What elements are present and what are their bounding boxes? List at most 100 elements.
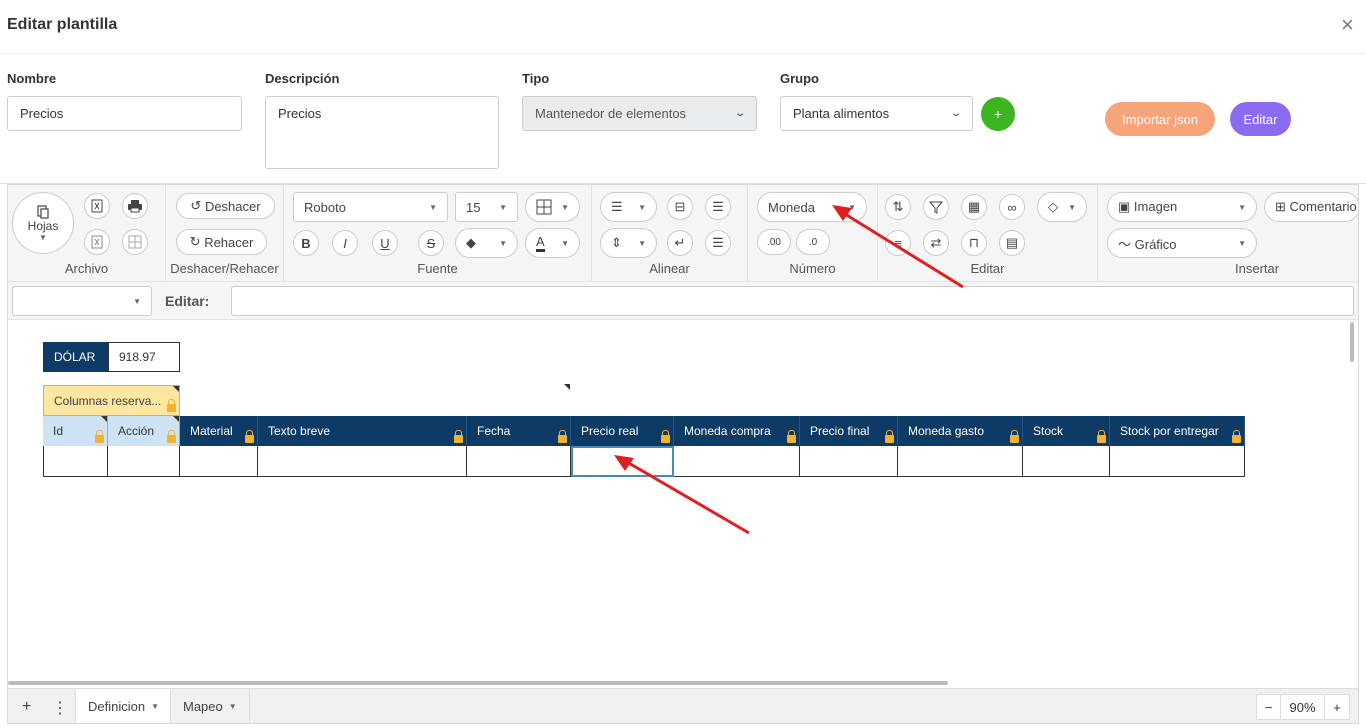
tab-mapeo[interactable]: Mapeo ▼ [171,689,250,723]
vertical-align-button[interactable]: ⇕ ▼ [600,228,657,258]
outdent-button[interactable]: ☰ [705,230,731,256]
add-group-button[interactable]: + [981,97,1015,131]
close-icon[interactable]: × [1341,14,1354,36]
grid-cell[interactable] [1023,446,1110,477]
link-button[interactable]: ∞ [999,194,1025,220]
column-header[interactable]: Moneda compra [674,416,800,446]
grid-cell[interactable] [43,446,108,477]
descripcion-textarea[interactable]: Precios [265,96,499,169]
grid-cell[interactable] [108,446,180,477]
import-json-button[interactable]: Importar json [1105,102,1215,136]
lock-button[interactable]: ⊓ [961,230,987,256]
print-button[interactable] [122,193,148,219]
merge-icon: ⊟ [674,199,686,214]
indent-button[interactable]: ☰ [705,194,731,220]
validation-button[interactable]: ▤ [999,230,1025,256]
column-header[interactable]: Moneda gasto [898,416,1023,446]
column-header-label: Material [190,424,233,438]
undo-button[interactable]: ↺ Deshacer [176,193,275,219]
column-header[interactable]: Id [43,416,108,446]
column-header[interactable]: Precio final [800,416,898,446]
freeze-button[interactable]: ⇄ [923,230,949,256]
formula-input[interactable] [231,286,1354,316]
column-header[interactable]: Material [180,416,258,446]
column-header[interactable]: Precio real [571,416,674,446]
wrap-text-button[interactable]: ↵ [667,230,693,256]
nombre-value: Precios [20,106,64,121]
row-height-button[interactable]: ≡ [885,230,911,256]
column-header-label: Moneda gasto [908,424,985,438]
tab-definicion[interactable]: Definicion ▼ [75,689,171,723]
edit-button[interactable]: Editar [1230,102,1291,136]
lock-icon [558,430,567,443]
horizontal-scrollbar[interactable] [8,681,948,685]
grupo-select[interactable]: Planta alimentos ⌄ [780,96,973,131]
underline-button[interactable]: U [372,230,398,256]
sheets-button[interactable]: Hojas ▼ [12,192,74,254]
clear-button[interactable]: ◇ ▼ [1037,192,1087,222]
grid-cell[interactable] [258,446,467,477]
merge-cells-button[interactable]: ⊟ [667,194,693,220]
font-color-button[interactable]: A ▼ [525,228,580,258]
sort-button[interactable]: ⇅ [885,194,911,220]
grid-button[interactable] [122,229,148,255]
active-cell[interactable] [571,446,674,477]
lock-icon: ⊓ [968,235,980,250]
column-header[interactable]: Acción [108,416,180,446]
column-header[interactable]: Stock por entregar [1110,416,1245,446]
tab-label: Mapeo [183,699,223,714]
vertical-scrollbar[interactable] [1350,322,1354,362]
sheet-tabs-bar: + ⋮ Definicion ▼ Mapeo ▼ − 90% + [8,688,1358,723]
grid-cell[interactable] [674,446,800,477]
insert-comment-button[interactable]: ⊞ Comentario [1264,192,1358,222]
redo-label: Rehacer [204,234,254,250]
insert-chart-button[interactable]: 〜 Gráfico ▼ [1107,228,1257,258]
grid-cell[interactable] [180,446,258,477]
caret-icon: ▼ [133,297,141,306]
font-size-select[interactable]: 15 ▼ [455,192,518,222]
qr-button[interactable]: ▦ [961,194,987,220]
fill-color-button[interactable]: ◆ ▼ [455,228,518,258]
redo-button[interactable]: ↻ Rehacer [176,229,267,255]
grid-cell[interactable] [467,446,571,477]
strikethrough-button[interactable]: S [418,230,444,256]
zoom-out-button[interactable]: − [1256,694,1281,720]
decrease-decimals-button[interactable]: .00 [757,229,791,255]
export-excel-button[interactable] [84,229,110,255]
number-format-select[interactable]: Moneda ▼ [757,192,867,222]
add-sheet-button[interactable]: + [22,698,31,716]
excel-icon [91,199,103,213]
borders-button[interactable]: ▼ [525,192,580,222]
formula-label: Editar: [165,293,210,309]
import-excel-button[interactable] [84,193,110,219]
grid-cell[interactable] [800,446,898,477]
group-label-undo: Deshacer/Rehacer [170,261,279,276]
grid-cell[interactable] [1110,446,1245,477]
horizontal-align-button[interactable]: ☰ ▼ [600,192,657,222]
grupo-label: Grupo [780,71,819,86]
column-header[interactable]: Texto breve [258,416,467,446]
insert-image-button[interactable]: ▣ Imagen ▼ [1107,192,1257,222]
dolar-value-cell[interactable]: 918.97 [108,342,180,372]
font-family-select[interactable]: Roboto ▼ [293,192,448,222]
filter-button[interactable] [923,194,949,220]
cell-selector[interactable]: ▼ [12,286,152,316]
indent-icon: ☰ [712,199,724,214]
nombre-input[interactable]: Precios [7,96,242,131]
caret-icon: ▼ [848,202,856,212]
reserved-columns-cell[interactable]: Columnas reserva... [43,385,180,416]
lock-icon [245,430,254,443]
sheet-menu-icon[interactable]: ⋮ [52,698,68,718]
italic-button[interactable]: I [332,230,358,256]
column-header[interactable]: Fecha [467,416,571,446]
increase-decimals-button[interactable]: .0 [796,229,830,255]
grid-cell[interactable] [898,446,1023,477]
bold-button[interactable]: B [293,230,319,256]
sheets-label: Hojas [27,218,59,233]
tipo-select[interactable]: Mantenedor de elementos ⌄ [522,96,757,131]
column-header[interactable]: Stock [1023,416,1110,446]
zoom-in-button[interactable]: + [1324,694,1350,720]
column-header-label: Texto breve [268,424,331,438]
divider [0,53,1366,54]
dolar-label-cell[interactable]: DÓLAR [43,342,108,372]
